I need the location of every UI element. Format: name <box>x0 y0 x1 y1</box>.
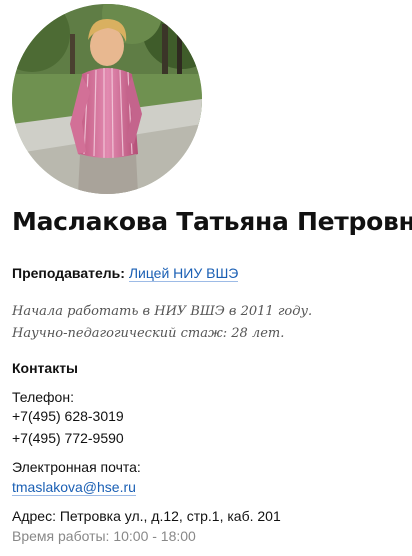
organization-link[interactable]: Лицей НИУ ВШЭ <box>128 265 239 282</box>
contacts-heading: Контакты <box>12 360 79 376</box>
working-hours: Время работы: 10:00 - 18:00 <box>12 528 196 544</box>
position-label: Преподаватель: <box>12 265 125 281</box>
bio-note: Начала работать в НИУ ВШЭ в 2011 году. Н… <box>12 301 312 345</box>
person-name: Маслакова Татьяна Петровна <box>12 207 412 236</box>
address-line: Адрес: Петровка ул., д.12, стр.1, каб. 2… <box>12 508 281 524</box>
email-link[interactable]: tmaslakova@hse.ru <box>12 479 136 496</box>
email-line: tmaslakova@hse.ru <box>12 479 136 496</box>
bio-line-experience: Научно-педагогический стаж: 28 лет. <box>12 326 285 341</box>
phone-number-2: +7(495) 772-9590 <box>12 430 124 446</box>
profile-photo-image <box>12 4 202 194</box>
profile-photo <box>12 4 202 194</box>
phone-number-1: +7(495) 628-3019 <box>12 408 124 424</box>
email-label: Электронная почта: <box>12 459 141 475</box>
phone-label: Телефон: <box>12 389 74 405</box>
bio-line-start-year: Начала работать в НИУ ВШЭ в 2011 году. <box>12 304 313 319</box>
position-line: Преподаватель: Лицей НИУ ВШЭ <box>12 265 239 282</box>
